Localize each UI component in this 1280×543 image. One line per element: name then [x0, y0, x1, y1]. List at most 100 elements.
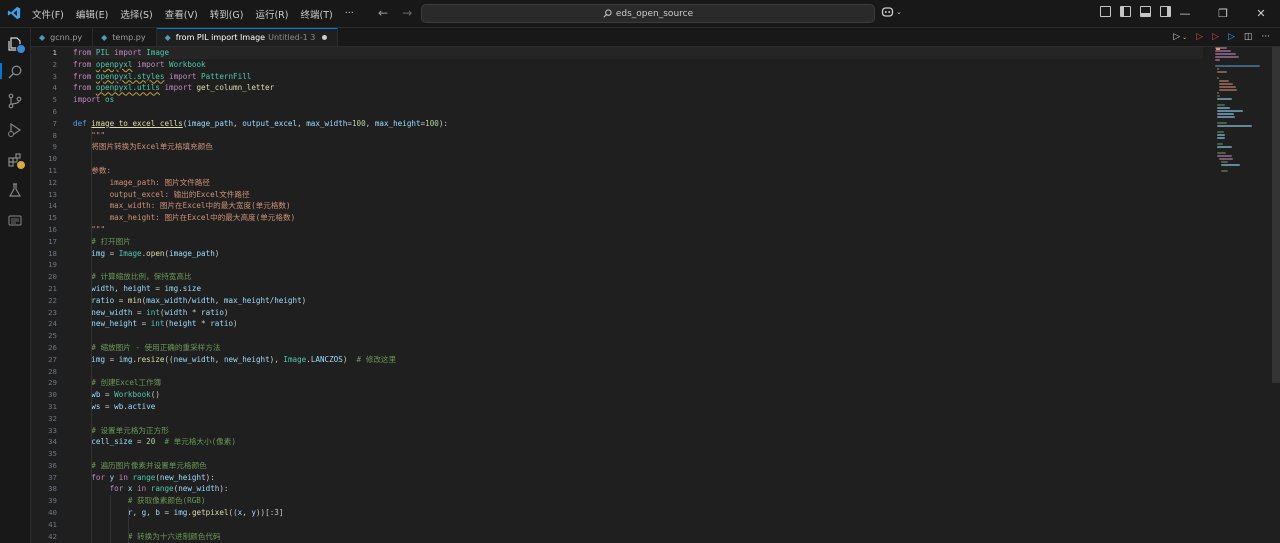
code-line[interactable]: # 转换为十六进制颜色代码 [73, 531, 1203, 543]
code-line[interactable]: cell_size = 20 # 单元格大小(像素) [73, 436, 1203, 448]
code-line[interactable]: r, g, b = img.getpixel((x, y))[:3] [73, 507, 1203, 519]
code-line[interactable]: # 打开图片 [73, 236, 1203, 248]
code-line[interactable]: # 遍历图片像素并设置单元格颜色 [73, 460, 1203, 472]
code-line[interactable] [73, 259, 1203, 271]
code-line[interactable]: # 设置单元格为正方形 [73, 425, 1203, 437]
code-line[interactable]: wb = Workbook() [73, 389, 1203, 401]
command-center-search[interactable]: eds_open_source [421, 4, 875, 23]
minimap-row [1217, 152, 1226, 154]
code-line[interactable]: # 获取像素颜色(RGB) [73, 495, 1203, 507]
run-cell-icon[interactable]: ▷︎ [1212, 32, 1219, 42]
minimap-row [1221, 164, 1240, 166]
debug-run-icon[interactable]: ▷︎ [1196, 32, 1203, 42]
code-line[interactable]: new_width = int(width * ratio) [73, 307, 1203, 319]
forward-arrow-icon[interactable]: → [402, 6, 412, 20]
code-token: PatternFill [201, 71, 252, 81]
code-line[interactable]: 将图片转换为Excel单元格填充颜色 [73, 141, 1203, 153]
toggle-primary-sidebar-icon[interactable] [1120, 6, 1131, 17]
menu-more[interactable]: ··· [345, 8, 354, 19]
code-line[interactable] [73, 330, 1203, 342]
minimap-row [1215, 59, 1220, 61]
code-line[interactable]: # 创建Excel工作簿 [73, 377, 1203, 389]
menu-terminal[interactable]: 终端(T) [300, 7, 332, 21]
back-arrow-icon[interactable]: ← [378, 6, 388, 20]
more-actions-icon[interactable]: ··· [1261, 32, 1270, 42]
code-area[interactable]: from PIL import Image from openpyxl impor… [73, 47, 1203, 543]
menu-bar: 文件(F) 编辑(E) 选择(S) 查看(V) 转到(G) 运行(R) 终端(T… [32, 0, 366, 27]
code-line[interactable]: # 计算缩放比例，保持宽高比 [73, 271, 1203, 283]
code-line[interactable] [73, 448, 1203, 460]
code-line[interactable]: def image_to_excel_cells(image_path, out… [73, 118, 1203, 130]
copilot-menu[interactable]: ⌄ [881, 6, 902, 18]
code-line[interactable]: image_path: 图片文件路径 [73, 177, 1203, 189]
tab-temp-py[interactable]: ◆ temp.py [93, 28, 157, 46]
line-number: 7 [52, 118, 57, 128]
code-line[interactable] [73, 413, 1203, 425]
unsaved-dot-icon[interactable] [322, 35, 328, 40]
menu-view[interactable]: 查看(V) [165, 7, 198, 21]
code-line[interactable] [73, 106, 1203, 118]
code-line[interactable]: width, height = img.size [73, 283, 1203, 295]
code-line[interactable]: new_height = int(height * ratio) [73, 318, 1203, 330]
code-line[interactable]: ratio = min(max_width/width, max_height/… [73, 295, 1203, 307]
copy-extension-icon[interactable] [7, 212, 23, 228]
code-line[interactable]: img = img.resize((new_width, new_height)… [73, 354, 1203, 366]
minimap-row [1219, 86, 1237, 88]
tab-gcnn-py[interactable]: ◆ gcnn.py [31, 28, 94, 46]
minimap-row [1217, 104, 1225, 106]
code-line[interactable]: for y in range(new_height): [73, 472, 1203, 484]
code-token: max_height: 图片在Excel中的最大高度(单元格数) [109, 213, 296, 223]
code-line[interactable]: import os [73, 94, 1203, 106]
line-number: 27 [48, 354, 57, 364]
code-line[interactable]: img = Image.open(image_path) [73, 248, 1203, 260]
minimize-icon[interactable]: — [1166, 0, 1204, 27]
code-line[interactable] [73, 153, 1203, 165]
code-line[interactable]: ws = wb.active [73, 401, 1203, 413]
code-line[interactable]: """ [73, 130, 1203, 142]
code-token: """ [91, 224, 106, 234]
minimap-row [1219, 89, 1237, 91]
code-line[interactable] [73, 519, 1203, 531]
vertical-scrollbar[interactable] [1272, 47, 1280, 383]
restore-icon[interactable]: ❐ [1204, 0, 1242, 27]
menu-go[interactable]: 转到(G) [210, 7, 244, 21]
code-line[interactable]: from openpyxl.utils import get_column_le… [73, 82, 1203, 94]
code-editor[interactable]: 1 2 3 4 5 6 7 8 9 10 11 12 13 14 15 16 17 18 19 20 21 22 23 24 2… [31, 47, 1211, 543]
extensions-icon[interactable] [7, 152, 26, 170]
minimap[interactable] [1215, 47, 1270, 172]
minimap-row [1217, 143, 1224, 145]
menu-file[interactable]: 文件(F) [32, 7, 64, 21]
close-icon[interactable]: ✕ [1242, 0, 1280, 27]
code-line[interactable]: """ [73, 224, 1203, 236]
explorer-icon[interactable] [7, 36, 26, 54]
code-line[interactable]: output_excel: 输出的Excel文件路径 [73, 189, 1203, 201]
code-line[interactable]: # 缩放图片 - 使用正确的重采样方法 [73, 342, 1203, 354]
code-line[interactable]: from openpyxl.styles import PatternFill [73, 71, 1203, 83]
code-token: width [164, 307, 188, 317]
code-line[interactable]: for x in range(new_width): [73, 483, 1203, 495]
code-line[interactable]: from PIL import Image [73, 47, 1203, 59]
code-line[interactable]: max_width: 图片在Excel中的最大宽度(单元格数) [73, 200, 1203, 212]
toggle-panel-icon[interactable] [1140, 6, 1151, 17]
code-line[interactable]: from openpyxl import Workbook [73, 59, 1203, 71]
source-control-icon[interactable] [7, 93, 23, 109]
run-code-icon[interactable]: ▷︎ [1228, 32, 1235, 42]
code-line[interactable]: max_height: 图片在Excel中的最大高度(单元格数) [73, 212, 1203, 224]
testing-flask-icon[interactable] [7, 182, 23, 198]
run-debug-icon[interactable] [7, 122, 23, 138]
code-token: new_width [173, 354, 215, 364]
split-editor-icon[interactable]: ◫ [1244, 32, 1253, 42]
customize-layout-icon[interactable] [1100, 6, 1111, 17]
menu-run[interactable]: 运行(R) [255, 7, 288, 21]
search-icon [603, 9, 612, 18]
code-line[interactable] [73, 366, 1203, 378]
menu-selection[interactable]: 选择(S) [120, 7, 152, 21]
code-line[interactable]: 参数: [73, 165, 1203, 177]
search-icon[interactable] [7, 64, 23, 80]
tab-untitled-1[interactable]: ◆ from PIL import Image Untitled-1 3 [156, 28, 339, 46]
run-python-file-icon[interactable]: ▷︎ ⌄ [1173, 32, 1187, 42]
menu-edit[interactable]: 编辑(E) [76, 7, 108, 21]
